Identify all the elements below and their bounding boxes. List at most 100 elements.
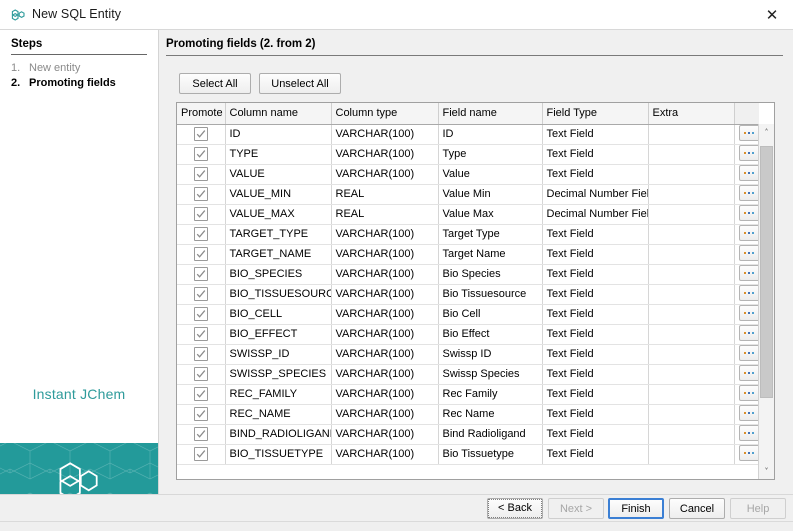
cell-actions[interactable] xyxy=(734,184,759,204)
cell-actions[interactable] xyxy=(734,384,759,404)
promote-checkbox[interactable] xyxy=(194,447,208,461)
table-row[interactable]: SWISSP_SPECIESVARCHAR(100)Swissp Species… xyxy=(177,364,759,384)
scroll-up-arrow-icon[interactable]: ˄ xyxy=(759,124,774,140)
table-row[interactable]: VALUE_MINREALValue MinDecimal Number Fie… xyxy=(177,184,759,204)
table-row[interactable]: VALUEVARCHAR(100)ValueText Field xyxy=(177,164,759,184)
row-options-button[interactable] xyxy=(739,445,760,461)
row-options-button[interactable] xyxy=(739,325,760,341)
promote-cell[interactable] xyxy=(177,244,225,264)
table-row[interactable]: VALUE_MAXREALValue MaxDecimal Number Fie… xyxy=(177,204,759,224)
promote-checkbox[interactable] xyxy=(194,407,208,421)
cell-actions[interactable] xyxy=(734,444,759,464)
cell-actions[interactable] xyxy=(734,264,759,284)
finish-button[interactable]: Finish xyxy=(608,498,664,519)
row-options-button[interactable] xyxy=(739,205,760,221)
table-row[interactable]: BIO_TISSUESOURCEVARCHAR(100)Bio Tissueso… xyxy=(177,284,759,304)
row-options-button[interactable] xyxy=(739,125,760,141)
row-options-button[interactable] xyxy=(739,305,760,321)
cell-actions[interactable] xyxy=(734,344,759,364)
table-row[interactable]: BIO_EFFECTVARCHAR(100)Bio EffectText Fie… xyxy=(177,324,759,344)
cell-actions[interactable] xyxy=(734,324,759,344)
col-header-column-type[interactable]: Column type xyxy=(331,103,438,124)
promote-cell[interactable] xyxy=(177,384,225,404)
promote-cell[interactable] xyxy=(177,444,225,464)
cell-actions[interactable] xyxy=(734,124,759,144)
table-row[interactable]: BIO_TISSUETYPEVARCHAR(100)Bio Tissuetype… xyxy=(177,444,759,464)
promote-checkbox[interactable] xyxy=(194,267,208,281)
table-row[interactable]: BIND_RADIOLIGANDVARCHAR(100)Bind Radioli… xyxy=(177,424,759,444)
cell-actions[interactable] xyxy=(734,284,759,304)
cell-actions[interactable] xyxy=(734,364,759,384)
promote-cell[interactable] xyxy=(177,184,225,204)
promote-checkbox[interactable] xyxy=(194,127,208,141)
promote-cell[interactable] xyxy=(177,224,225,244)
row-options-button[interactable] xyxy=(739,285,760,301)
promote-cell[interactable] xyxy=(177,124,225,144)
table-row[interactable]: BIO_CELLVARCHAR(100)Bio CellText Field xyxy=(177,304,759,324)
promote-cell[interactable] xyxy=(177,284,225,304)
promote-cell[interactable] xyxy=(177,364,225,384)
promote-checkbox[interactable] xyxy=(194,247,208,261)
col-header-field-type[interactable]: Field Type xyxy=(542,103,648,124)
promote-checkbox[interactable] xyxy=(194,207,208,221)
col-header-promote[interactable]: Promote xyxy=(177,103,225,124)
promote-cell[interactable] xyxy=(177,164,225,184)
promote-cell[interactable] xyxy=(177,204,225,224)
promote-cell[interactable] xyxy=(177,404,225,424)
row-options-button[interactable] xyxy=(739,225,760,241)
cell-actions[interactable] xyxy=(734,164,759,184)
promote-checkbox[interactable] xyxy=(194,347,208,361)
cancel-button[interactable]: Cancel xyxy=(669,498,725,519)
row-options-button[interactable] xyxy=(739,165,760,181)
cell-actions[interactable] xyxy=(734,404,759,424)
scrollbar-thumb[interactable] xyxy=(760,146,773,398)
col-header-column-name[interactable]: Column name xyxy=(225,103,331,124)
table-row[interactable]: TARGET_NAMEVARCHAR(100)Target NameText F… xyxy=(177,244,759,264)
promote-checkbox[interactable] xyxy=(194,307,208,321)
promote-checkbox[interactable] xyxy=(194,147,208,161)
back-button[interactable]: < Back xyxy=(487,498,543,519)
unselect-all-button[interactable]: Unselect All xyxy=(259,73,341,94)
promote-cell[interactable] xyxy=(177,344,225,364)
row-options-button[interactable] xyxy=(739,385,760,401)
promote-cell[interactable] xyxy=(177,304,225,324)
cell-actions[interactable] xyxy=(734,224,759,244)
row-options-button[interactable] xyxy=(739,265,760,281)
table-vertical-scrollbar[interactable]: ˄ ˅ xyxy=(758,124,774,479)
cell-actions[interactable] xyxy=(734,144,759,164)
promote-cell[interactable] xyxy=(177,264,225,284)
promote-checkbox[interactable] xyxy=(194,227,208,241)
promote-cell[interactable] xyxy=(177,424,225,444)
promote-checkbox[interactable] xyxy=(194,327,208,341)
scroll-down-arrow-icon[interactable]: ˅ xyxy=(759,463,774,479)
row-options-button[interactable] xyxy=(739,345,760,361)
table-row[interactable]: TARGET_TYPEVARCHAR(100)Target TypeText F… xyxy=(177,224,759,244)
row-options-button[interactable] xyxy=(739,145,760,161)
cell-actions[interactable] xyxy=(734,244,759,264)
table-row[interactable]: REC_FAMILYVARCHAR(100)Rec FamilyText Fie… xyxy=(177,384,759,404)
row-options-button[interactable] xyxy=(739,425,760,441)
row-options-button[interactable] xyxy=(739,245,760,261)
cell-actions[interactable] xyxy=(734,204,759,224)
promote-checkbox[interactable] xyxy=(194,167,208,181)
promote-checkbox[interactable] xyxy=(194,287,208,301)
col-header-field-name[interactable]: Field name xyxy=(438,103,542,124)
row-options-button[interactable] xyxy=(739,365,760,381)
table-row[interactable]: TYPEVARCHAR(100)TypeText Field xyxy=(177,144,759,164)
table-row[interactable]: SWISSP_IDVARCHAR(100)Swissp IDText Field xyxy=(177,344,759,364)
cell-actions[interactable] xyxy=(734,304,759,324)
promote-cell[interactable] xyxy=(177,324,225,344)
row-options-button[interactable] xyxy=(739,405,760,421)
row-options-button[interactable] xyxy=(739,185,760,201)
table-row[interactable]: REC_NAMEVARCHAR(100)Rec NameText Field xyxy=(177,404,759,424)
cell-actions[interactable] xyxy=(734,424,759,444)
table-row[interactable]: IDVARCHAR(100)IDText Field xyxy=(177,124,759,144)
promote-checkbox[interactable] xyxy=(194,367,208,381)
promote-cell[interactable] xyxy=(177,144,225,164)
close-icon[interactable]: ✕ xyxy=(757,3,787,27)
promote-checkbox[interactable] xyxy=(194,427,208,441)
table-row[interactable]: BIO_SPECIESVARCHAR(100)Bio SpeciesText F… xyxy=(177,264,759,284)
col-header-extra[interactable]: Extra xyxy=(648,103,734,124)
promote-checkbox[interactable] xyxy=(194,387,208,401)
select-all-button[interactable]: Select All xyxy=(179,73,251,94)
